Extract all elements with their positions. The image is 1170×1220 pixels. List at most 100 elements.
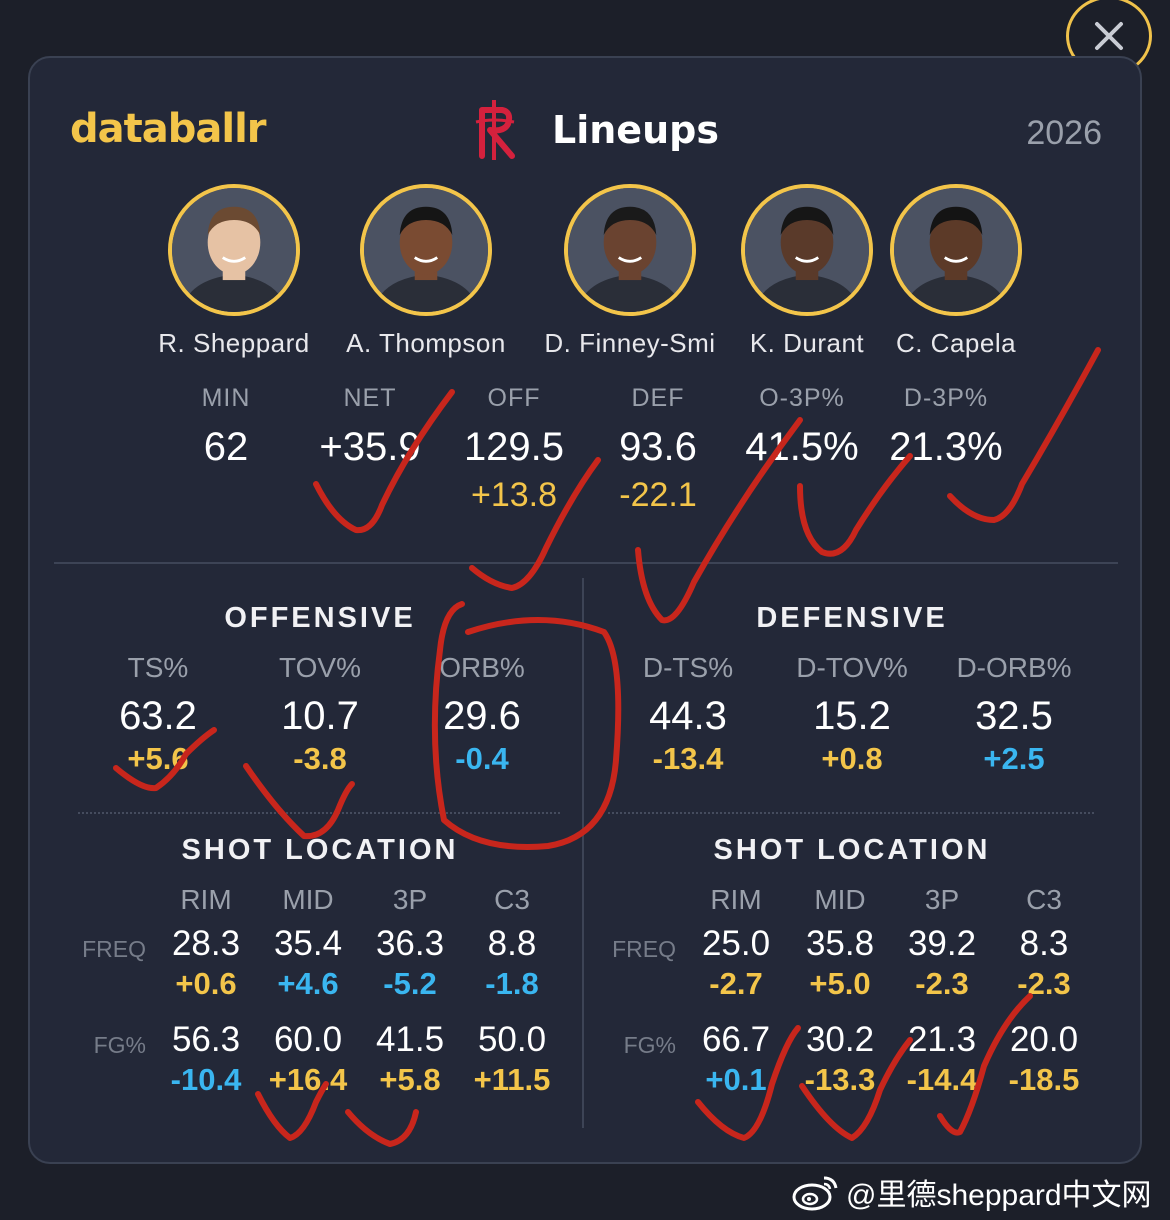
stat-delta: +2.5: [983, 741, 1045, 776]
brand-logo[interactable]: databallr: [70, 106, 267, 152]
stat-delta: +13.8: [470, 476, 558, 514]
offensive-title: OFFENSIVE: [224, 602, 416, 634]
cell-value: 56.3: [171, 1020, 241, 1059]
cell-value: 35.4: [273, 924, 343, 963]
stat-value: 15.2: [813, 694, 891, 738]
stat-label: D-3P%: [903, 384, 989, 412]
cell-value: 50.0: [477, 1020, 547, 1059]
player-photo: [568, 188, 692, 312]
shot-cell-fg: 50.0 +11.5: [462, 1020, 562, 1098]
page-title: Lineups: [552, 108, 719, 152]
row-label-fg: FG%: [623, 1032, 676, 1058]
row-label-freq: FREQ: [612, 936, 676, 962]
offensive-shot-location-title: SHOT LOCATION: [181, 834, 459, 866]
cell-value: 30.2: [805, 1020, 875, 1059]
player-2[interactable]: A. Thompson: [336, 184, 516, 359]
defensive-stat-d-tov-: D-TOV% 15.2 +0.8: [772, 652, 932, 777]
shot-cell-freq: 35.8 +5.0: [790, 924, 890, 1002]
divider-dotted: [78, 812, 560, 814]
cell-value: 28.3: [171, 924, 241, 963]
stat-value: 29.6: [443, 694, 521, 738]
stat-value: 41.5%: [745, 425, 859, 469]
cell-value: 36.3: [375, 924, 445, 963]
summary-stat-min: MIN 62: [154, 384, 298, 470]
stat-label: ORB%: [439, 652, 525, 683]
shot-cell-freq: 39.2 -2.3: [892, 924, 992, 1002]
summary-stat-def: DEF 93.6 -22.1: [586, 384, 730, 515]
stat-label: D-TS%: [642, 652, 734, 683]
column-header-mid: MID: [814, 884, 866, 915]
season-year[interactable]: 2026: [1026, 114, 1102, 153]
cell-delta: -2.3: [915, 966, 969, 1001]
shot-cell-fg: 66.7 +0.1: [686, 1020, 786, 1098]
summary-stat-d-3p-: D-3P% 21.3%: [874, 384, 1018, 470]
cell-value: 41.5: [375, 1020, 445, 1059]
player-photo: [172, 188, 296, 312]
stat-label: OFF: [487, 384, 541, 412]
cell-delta: +4.6: [277, 966, 339, 1001]
lineup-card: databallr Lineups 2026 R. Sheppard A. Tho…: [28, 56, 1142, 1164]
avatar[interactable]: [890, 184, 1022, 316]
shot-cell-freq: 28.3 +0.6: [156, 924, 256, 1002]
cell-delta: -5.2: [383, 966, 437, 1001]
stat-label: NET: [343, 384, 397, 412]
cell-delta: +0.1: [705, 1062, 767, 1097]
cell-value: 60.0: [273, 1020, 343, 1059]
defensive-title: DEFENSIVE: [756, 602, 948, 634]
shot-cell-fg: 21.3 -14.4: [892, 1020, 992, 1098]
cell-delta: -2.7: [709, 966, 763, 1001]
divider: [54, 562, 1118, 564]
cell-value: 25.0: [701, 924, 771, 963]
divider-vertical: [582, 578, 584, 1128]
stat-label: DEF: [631, 384, 685, 412]
column-header-mid: MID: [282, 884, 334, 915]
player-1[interactable]: R. Sheppard: [144, 184, 324, 359]
offensive-stat-tov-: TOV% 10.7 -3.8: [240, 652, 400, 777]
avatar[interactable]: [360, 184, 492, 316]
cell-delta: +5.8: [379, 1062, 441, 1097]
close-icon: [1095, 22, 1123, 50]
cell-value: 20.0: [1009, 1020, 1079, 1059]
stat-label: D-ORB%: [956, 652, 1072, 683]
summary-stat-off: OFF 129.5 +13.8: [442, 384, 586, 515]
column-header-c3: C3: [494, 884, 530, 915]
stat-label: TS%: [127, 652, 189, 683]
shot-cell-fg: 30.2 -13.3: [790, 1020, 890, 1098]
shot-cell-fg: 20.0 -18.5: [994, 1020, 1094, 1098]
cell-value: 35.8: [805, 924, 875, 963]
player-name: A. Thompson: [346, 328, 506, 358]
stat-label: MIN: [201, 384, 251, 412]
shot-cell-freq: 35.4 +4.6: [258, 924, 358, 1002]
stat-label: TOV%: [279, 652, 361, 683]
stat-value: 93.6: [619, 425, 697, 469]
avatar[interactable]: [168, 184, 300, 316]
cell-delta: -2.3: [1017, 966, 1071, 1001]
stat-value: 63.2: [119, 694, 197, 738]
column-header-3p: 3P: [392, 884, 428, 915]
stat-value: 21.3%: [889, 425, 1003, 469]
shot-cell-freq: 8.3 -2.3: [994, 924, 1094, 1002]
summary-stat-o-3p-: O-3P% 41.5%: [730, 384, 874, 470]
shot-cell-fg: 56.3 -10.4: [156, 1020, 256, 1098]
offensive-stat-ts-: TS% 63.2 +5.6: [78, 652, 238, 777]
avatar[interactable]: [741, 184, 873, 316]
stat-delta: -13.4: [652, 741, 724, 776]
defensive-stat-d-ts-: D-TS% 44.3 -13.4: [608, 652, 768, 777]
stat-delta: +0.8: [821, 741, 883, 776]
stat-value: 62: [203, 425, 249, 469]
summary-stat-net: NET +35.9: [298, 384, 442, 470]
cell-value: 39.2: [907, 924, 977, 963]
player-photo: [745, 188, 869, 312]
cell-delta: -1.8: [485, 966, 539, 1001]
avatar[interactable]: [564, 184, 696, 316]
rockets-logo-icon: [475, 100, 515, 160]
offensive-stat-orb-: ORB% 29.6 -0.4: [402, 652, 562, 777]
player-name: R. Sheppard: [158, 328, 310, 358]
cell-value: 66.7: [701, 1020, 771, 1059]
column-header-c3: C3: [1026, 884, 1062, 915]
player-3[interactable]: D. Finney-Smi: [540, 184, 720, 359]
shot-cell-freq: 25.0 -2.7: [686, 924, 786, 1002]
player-5[interactable]: C. Capela: [866, 184, 1046, 359]
stat-delta: +5.6: [127, 741, 189, 776]
shot-cell-fg: 41.5 +5.8: [360, 1020, 460, 1098]
